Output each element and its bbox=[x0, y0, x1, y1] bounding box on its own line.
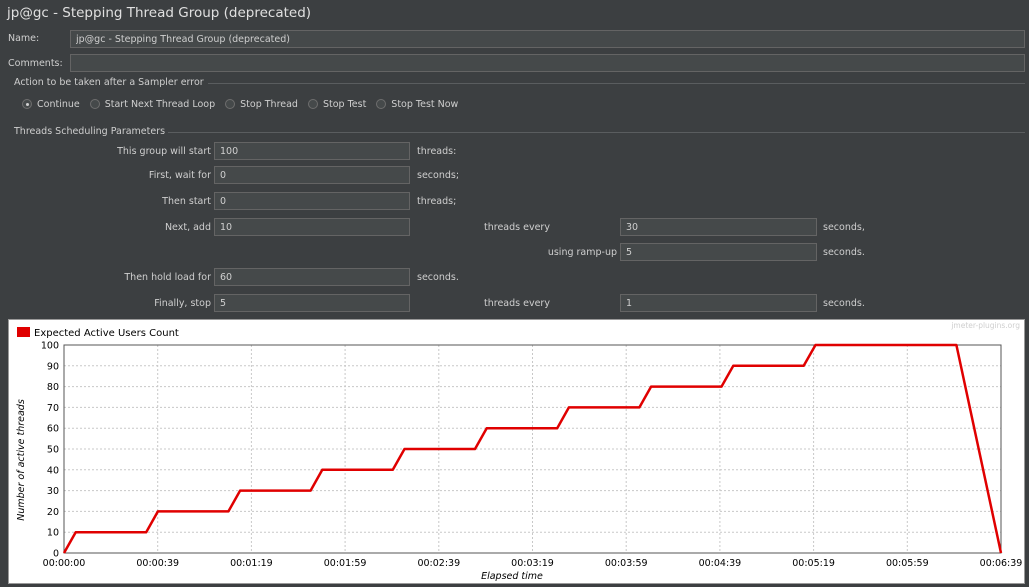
x-axis-label: Elapsed time bbox=[481, 571, 543, 582]
y-axis-label: Number of active threads bbox=[16, 399, 27, 521]
radio-unselected-icon bbox=[376, 99, 387, 109]
y-tick-label: 10 bbox=[47, 528, 59, 539]
next-add-field[interactable] bbox=[214, 218, 410, 236]
chart-svg: 0102030405060708090100 00:00:00 00:00:39 0… bbox=[16, 321, 1023, 582]
radio-label: Continue bbox=[37, 98, 80, 110]
radio-unselected-icon bbox=[307, 99, 318, 109]
x-tick-label: 00:00:00 bbox=[43, 558, 86, 569]
radio-continue[interactable]: Continue bbox=[22, 99, 80, 110]
start-threads-unit: threads: bbox=[417, 146, 457, 157]
x-tick-label: 00:02:39 bbox=[417, 558, 460, 569]
comments-field[interactable] bbox=[70, 54, 1025, 72]
next-add-label: Next, add bbox=[164, 222, 211, 233]
x-tick-label: 00:00:39 bbox=[136, 558, 179, 569]
radio-stop-test-now[interactable]: Stop Test Now bbox=[376, 99, 458, 110]
comments-label: Comments: bbox=[8, 58, 63, 69]
y-tick-label: 80 bbox=[47, 382, 59, 393]
name-field[interactable] bbox=[70, 30, 1025, 48]
radio-unselected-icon bbox=[89, 99, 100, 109]
x-tick-label: 00:03:59 bbox=[605, 558, 648, 569]
y-tick-labels: 0102030405060708090100 bbox=[41, 341, 59, 560]
y-tick-label: 100 bbox=[41, 341, 59, 352]
y-tick-label: 90 bbox=[47, 361, 59, 372]
radio-label: Start Next Thread Loop bbox=[104, 98, 216, 110]
x-tick-labels: 00:00:00 00:00:39 00:01:19 00:01:59 00:02:39… bbox=[43, 558, 1023, 569]
scheduling-heading: Threads Scheduling Parameters bbox=[14, 126, 166, 137]
ramp-up-field[interactable] bbox=[620, 243, 817, 261]
legend-swatch bbox=[17, 327, 30, 337]
thread-schedule-chart: 0 10 20 30 40 50 60 70 80 90 100 00:00:00 00:00:39 0… bbox=[8, 319, 1025, 584]
stop-interval-field[interactable] bbox=[620, 294, 817, 312]
sampler-error-heading: Action to be taken after a Sampler error bbox=[14, 77, 204, 88]
start-threads-field[interactable] bbox=[214, 142, 410, 160]
wait-label: First, wait for bbox=[148, 170, 211, 181]
stop-unit: seconds. bbox=[823, 298, 865, 309]
radio-unselected-icon bbox=[225, 99, 236, 109]
x-tick-label: 00:04:39 bbox=[699, 558, 742, 569]
x-tick-label: 00:05:19 bbox=[792, 558, 835, 569]
x-tick-label: 00:05:59 bbox=[886, 558, 929, 569]
wait-field[interactable] bbox=[214, 166, 410, 184]
radio-label: Stop Thread bbox=[240, 98, 298, 110]
x-tick-label: 00:01:59 bbox=[324, 558, 367, 569]
hold-unit: seconds. bbox=[417, 272, 459, 283]
y-tick-label: 50 bbox=[47, 445, 59, 456]
name-label: Name: bbox=[8, 33, 40, 44]
radio-selected-icon bbox=[22, 99, 32, 109]
radio-start-next-thread-loop[interactable]: Start Next Thread Loop bbox=[89, 98, 216, 110]
wait-unit: seconds; bbox=[417, 170, 460, 181]
y-tick-label: 70 bbox=[47, 403, 59, 414]
x-tick-label: 00:06:39 bbox=[980, 558, 1023, 569]
ramp-up-label: using ramp-up bbox=[547, 247, 617, 258]
y-tick-label: 30 bbox=[47, 486, 59, 497]
y-tick-label: 60 bbox=[47, 424, 59, 435]
chart-grid bbox=[63, 344, 1002, 554]
stop-label: Finally, stop bbox=[154, 298, 211, 309]
radio-label: Stop Test Now bbox=[391, 98, 459, 110]
section-divider bbox=[168, 132, 1025, 133]
then-start-unit: threads; bbox=[417, 196, 457, 207]
hold-field[interactable] bbox=[214, 268, 410, 286]
section-divider bbox=[208, 83, 1025, 84]
next-add-unit: seconds, bbox=[823, 222, 865, 233]
x-tick-label: 00:03:19 bbox=[511, 558, 554, 569]
then-start-label: Then start bbox=[162, 196, 211, 207]
hold-label: Then hold load for bbox=[124, 272, 211, 283]
then-start-field[interactable] bbox=[214, 192, 410, 210]
stop-mid-label: threads every bbox=[484, 298, 550, 309]
next-add-interval-field[interactable] bbox=[620, 218, 817, 236]
radio-label: Stop Test bbox=[322, 98, 367, 110]
stop-field[interactable] bbox=[214, 294, 410, 312]
radio-stop-thread[interactable]: Stop Thread bbox=[225, 99, 298, 110]
watermark: jmeter-plugins.org bbox=[950, 321, 1020, 330]
y-tick-label: 20 bbox=[47, 507, 59, 518]
sampler-error-options: Continue Start Next Thread Loop Stop Thr… bbox=[22, 96, 468, 112]
ramp-up-unit: seconds. bbox=[823, 247, 865, 258]
next-add-mid-label: threads every bbox=[484, 222, 550, 233]
x-tick-label: 00:01:19 bbox=[230, 558, 273, 569]
legend-label: Expected Active Users Count bbox=[34, 328, 179, 339]
y-tick-label: 40 bbox=[47, 465, 59, 476]
start-threads-label: This group will start bbox=[117, 146, 211, 157]
radio-stop-test[interactable]: Stop Test bbox=[307, 98, 367, 110]
window-title: jp@gc - Stepping Thread Group (deprecate… bbox=[7, 5, 312, 21]
